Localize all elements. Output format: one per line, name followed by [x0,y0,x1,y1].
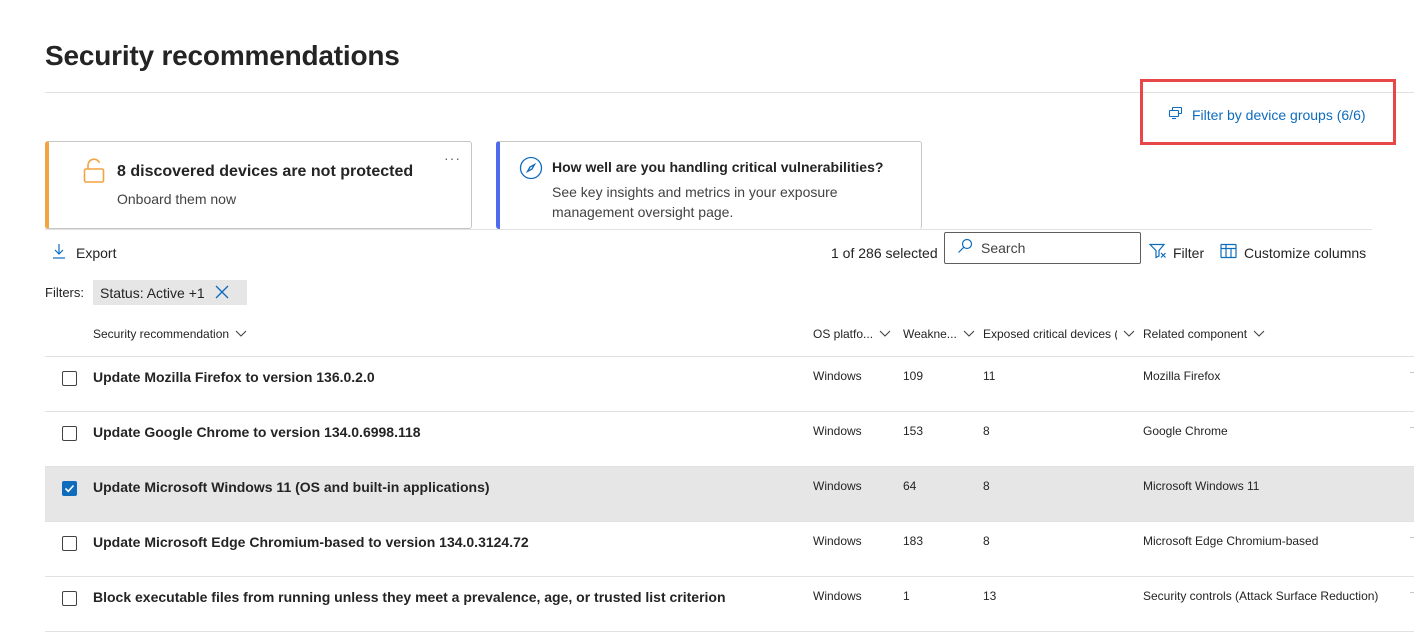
column-header-weaknesses[interactable]: Weakne... [903,327,977,341]
recommendation-name: Update Mozilla Firefox to version 136.0.… [93,369,375,385]
table-row[interactable]: Update Microsoft Edge Chromium-based to … [45,522,1414,577]
chevron-down-icon [235,327,247,341]
column-header-os-platform[interactable]: OS platfo... [813,327,897,341]
os-platform-cell: Windows [813,479,862,493]
table-row[interactable]: Block executable files from running unle… [45,577,1414,632]
customize-columns-icon [1220,243,1237,262]
filter-chip-label: Status: Active +1 [100,284,205,301]
unprotected-devices-card[interactable]: 8 discovered devices are not protected O… [45,141,472,229]
table-row[interactable]: Update Microsoft Windows 11 (OS and buil… [45,467,1414,522]
column-header-label: OS platfo... [813,327,874,341]
weaknesses-cell: 183 [903,534,924,548]
filters-label: Filters: [45,285,84,300]
filter-button[interactable]: Filter [1148,243,1205,262]
recommendation-name: Update Microsoft Edge Chromium-based to … [93,534,529,550]
status-filter-chip[interactable]: Status: Active +1 [93,280,247,305]
recommendation-name: Update Google Chrome to version 134.0.69… [93,424,421,440]
os-platform-cell: Windows [813,369,862,383]
os-platform-cell: Windows [813,424,862,438]
weaknesses-cell: 109 [903,369,924,383]
search-input[interactable] [981,240,1131,256]
exposed-devices-cell: 11 [983,369,996,383]
related-component-cell: Microsoft Windows 11 [1143,479,1260,493]
table-row[interactable]: Update Google Chrome to version 134.0.69… [45,412,1414,467]
row-edge-mark [1410,427,1414,428]
weaknesses-cell: 1 [903,589,910,603]
row-edge-mark [1410,537,1414,538]
critical-vulnerabilities-card[interactable]: How well are you handling critical vulne… [496,141,922,229]
search-icon [957,238,973,259]
exposed-devices-cell: 8 [983,534,990,548]
chevron-down-icon [1123,327,1135,341]
highlight-annotation-box [1140,79,1396,145]
column-header-related-component[interactable]: Related component [1143,327,1273,341]
download-icon [52,243,66,262]
row-checkbox[interactable] [62,536,77,551]
compass-icon [519,156,543,185]
page-title: Security recommendations [45,40,400,71]
column-header-label: Exposed critical devices ( [983,327,1117,341]
customize-columns-label: Customize columns [1244,244,1367,261]
related-component-cell: Mozilla Firefox [1143,369,1221,383]
chevron-down-icon [963,327,975,341]
exposed-devices-cell: 8 [983,479,990,493]
export-button[interactable]: Export [52,243,116,262]
close-icon[interactable] [215,285,229,302]
row-checkbox[interactable] [62,371,77,386]
row-checkbox[interactable] [62,591,77,606]
column-header-exposed-critical-devices[interactable]: Exposed critical devices ( [983,327,1139,341]
exposed-devices-cell: 13 [983,589,997,603]
card-title: How well are you handling critical vulne… [552,159,884,175]
export-label: Export [76,244,117,261]
weaknesses-cell: 64 [903,479,917,493]
card-subtitle: See key insights and metrics in your exp… [552,184,838,220]
checkmark-icon [64,484,75,493]
recommendation-name: Update Microsoft Windows 11 (OS and buil… [93,479,490,495]
related-component-cell: Google Chrome [1143,424,1228,438]
row-edge-mark [1410,592,1414,593]
more-options-button[interactable]: ··· [444,150,461,166]
column-header-label: Related component [1143,327,1248,341]
card-title: 8 discovered devices are not protected [117,163,414,180]
related-component-cell: Microsoft Edge Chromium-based [1143,534,1319,548]
column-header-label: Security recommendation [93,327,230,341]
chevron-down-icon [1253,327,1265,341]
selected-count: 1 of 286 selected [831,245,938,261]
weaknesses-cell: 153 [903,424,924,438]
card-subtitle: Onboard them now [117,191,237,207]
recommendation-name: Block executable files from running unle… [93,589,726,605]
search-box[interactable] [944,232,1141,264]
os-platform-cell: Windows [813,589,862,603]
customize-columns-button[interactable]: Customize columns [1220,243,1366,262]
column-header-label: Weakne... [903,327,957,341]
table-row[interactable]: Update Mozilla Firefox to version 136.0.… [45,357,1414,412]
row-checkbox[interactable] [62,426,77,441]
lock-open-icon [83,158,105,189]
filter-icon [1148,243,1167,262]
filter-label: Filter [1173,244,1205,261]
row-checkbox[interactable] [62,481,77,496]
column-header-security-recommendation[interactable]: Security recommendation [93,327,273,341]
related-component-cell: Security controls (Attack Surface Reduct… [1143,589,1379,603]
os-platform-cell: Windows [813,534,862,548]
toolbar-divider [45,229,1372,230]
row-edge-mark [1410,372,1414,373]
chevron-down-icon [879,327,891,341]
exposed-devices-cell: 8 [983,424,990,438]
